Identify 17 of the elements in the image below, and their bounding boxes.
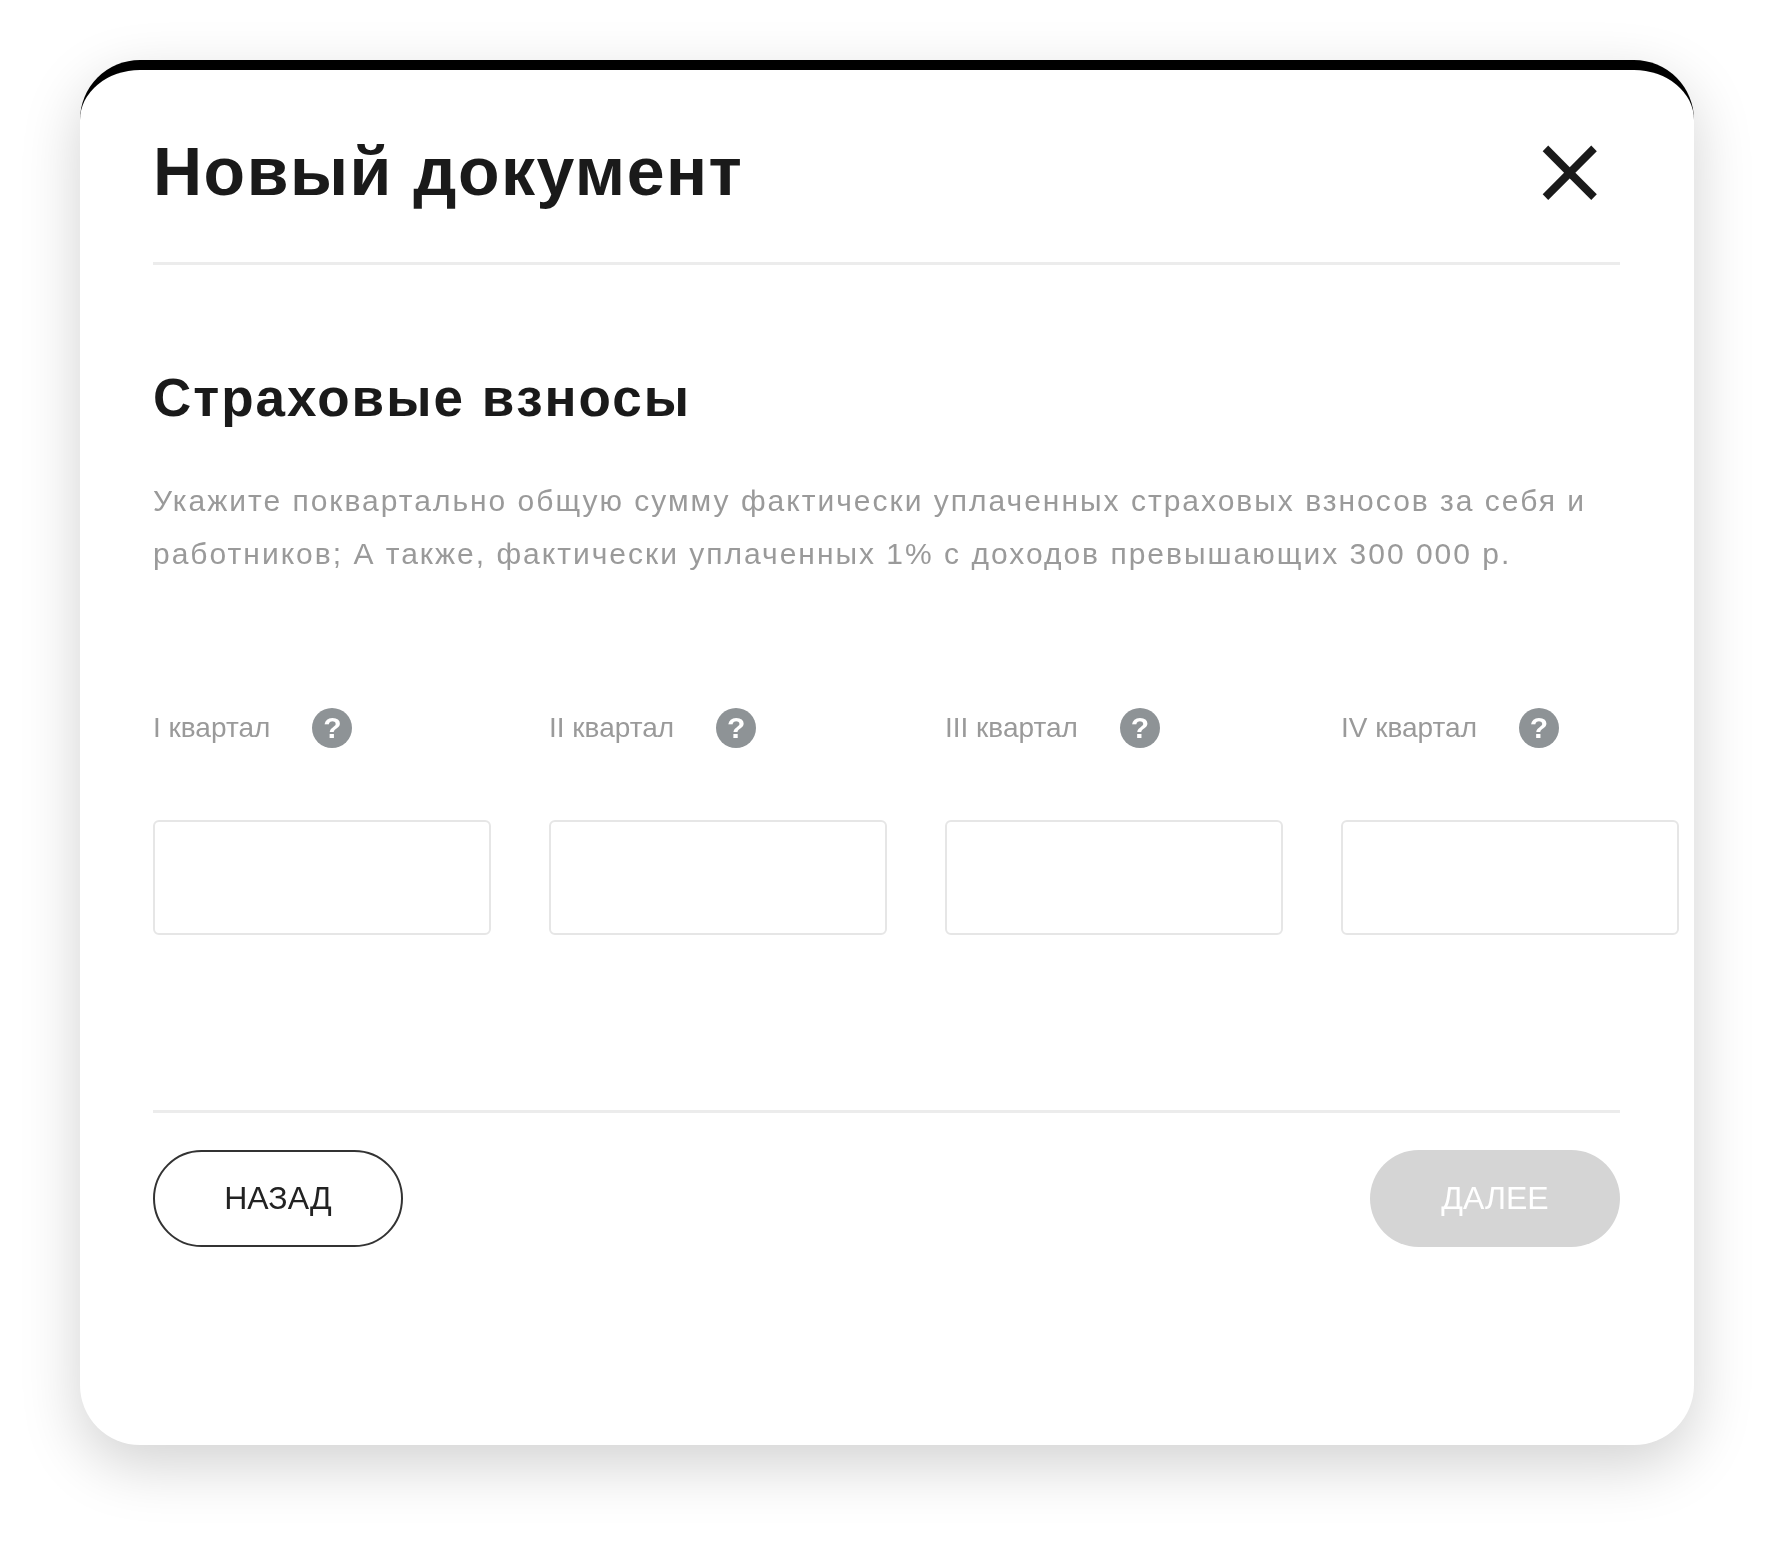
help-icon[interactable]: ? (1519, 708, 1559, 748)
dialog-title: Новый документ (153, 132, 744, 210)
back-button[interactable]: НАЗАД (153, 1150, 403, 1247)
input-field[interactable] (1341, 820, 1679, 935)
help-icon[interactable]: ? (312, 708, 353, 748)
help-icon[interactable]: ? (1119, 708, 1160, 748)
input-field[interactable] (153, 820, 491, 935)
field-label: I квартал (153, 712, 271, 744)
field-label: IV квартал (1341, 712, 1477, 744)
input-field[interactable] (549, 820, 887, 935)
input-field[interactable] (945, 820, 1283, 935)
help-icon[interactable]: ? (716, 708, 757, 748)
field-label: II квартал (549, 712, 675, 744)
close-button[interactable]: × (1529, 122, 1610, 218)
section-title: Страховые взносы (153, 367, 692, 428)
description-text: Укажите поквартально общую сумму фактически уплаченных страховых взносов за себя и работников; А также, фактически уплаченных 1% с доходов превышающих 300 000 р. (153, 483, 1588, 572)
field-label: III квартал (945, 712, 1078, 744)
